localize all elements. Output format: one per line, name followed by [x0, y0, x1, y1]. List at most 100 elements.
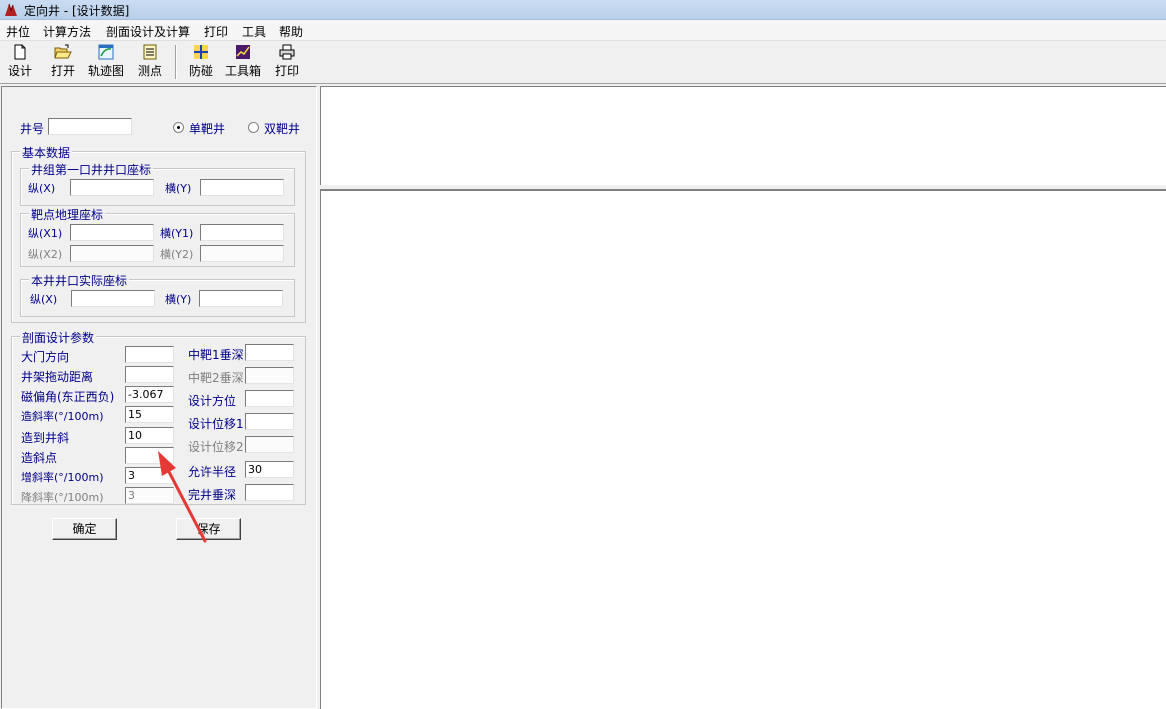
increase-rate-input[interactable]: 3: [125, 467, 174, 484]
actual-y-input[interactable]: [199, 290, 283, 307]
target-x1-input[interactable]: [70, 224, 154, 241]
single-target-radio[interactable]: [173, 122, 184, 133]
printer-icon: [279, 44, 295, 60]
kickoff-point-input[interactable]: [125, 447, 174, 464]
build-rate-input[interactable]: 15: [125, 406, 174, 423]
toolbar-separator: [175, 45, 177, 79]
menu-profile-design[interactable]: 剖面设计及计算: [106, 23, 190, 40]
design-label: 设计: [7, 64, 32, 78]
design-button[interactable]: 设计: [4, 44, 36, 82]
build-rate-label: 造斜率(°/100m): [21, 410, 104, 423]
double-target-radio[interactable]: [248, 122, 259, 133]
target-y1-input[interactable]: [200, 224, 284, 241]
actual-x-input[interactable]: [71, 290, 155, 307]
allowed-radius-label: 允许半径: [188, 465, 237, 479]
new-document-icon: [14, 44, 26, 60]
target-y2-label: 横(Y2): [160, 248, 194, 261]
menu-print[interactable]: 打印: [204, 23, 228, 40]
toolbar: 设计 打开 轨迹图 测点 防碰 工具箱 打印: [0, 41, 1166, 84]
single-target-label: 单靶井: [189, 122, 226, 136]
trajectory-label: 轨迹图: [87, 64, 124, 78]
well-no-label: 井号: [20, 122, 45, 136]
wellhead-group-title: 井组第一口井井口座标: [29, 161, 154, 178]
actual-y-label: 横(Y): [165, 293, 192, 306]
mag-decl-label: 磁偏角(东正西负): [21, 390, 115, 404]
wellhead-y-input[interactable]: [200, 179, 284, 196]
profile-design-group: 剖面设计参数 大门方向 井架拖动距离 磁偏角(东正西负) -3.067 造斜率(…: [11, 329, 306, 505]
well-no-input[interactable]: [48, 118, 132, 135]
wellhead-y-label: 横(Y): [165, 182, 192, 195]
target-geo-group: 靶点地理座标 纵(X1) 横(Y1) 纵(X2) 横(Y2): [20, 206, 295, 267]
target-incl-input[interactable]: 10: [125, 427, 174, 444]
title-bar: 定向井 - [设计数据]: [0, 0, 1166, 20]
trajectory-chart-icon: [98, 44, 114, 60]
menu-tools[interactable]: 工具: [242, 23, 266, 40]
target-x2-input[interactable]: [70, 245, 154, 262]
trajectory-button[interactable]: 轨迹图: [86, 44, 126, 82]
final-tvd-input[interactable]: [245, 484, 294, 501]
target2-tvd-label: 中靶2垂深: [188, 371, 244, 385]
actual-x-label: 纵(X): [30, 293, 58, 306]
app-icon: [5, 3, 17, 16]
window-title: 定向井 - [设计数据]: [24, 4, 130, 18]
target-y2-input[interactable]: [200, 245, 284, 262]
target-incl-label: 造到井斜: [21, 431, 70, 445]
main-display-pane: [320, 189, 1166, 709]
menu-help[interactable]: 帮助: [279, 23, 303, 40]
design-disp2-input[interactable]: [245, 436, 294, 453]
wellhead-x-input[interactable]: [70, 179, 154, 196]
survey-button[interactable]: 测点: [135, 44, 165, 82]
target-x2-label: 纵(X2): [28, 248, 63, 261]
drop-rate-label: 降斜率(°/100m): [21, 491, 104, 504]
target1-tvd-input[interactable]: [245, 344, 294, 361]
open-label: 打开: [50, 64, 75, 78]
basic-data-title: 基本数据: [20, 144, 73, 161]
toolbox-label: 工具箱: [224, 64, 261, 78]
design-disp1-input[interactable]: [245, 413, 294, 430]
design-data-panel: 井号 单靶井 双靶井 基本数据 井组第一口井井口座标 纵(X) 横(Y) 靶点地…: [1, 86, 317, 709]
actual-wellhead-group: 本井井口实际座标 纵(X) 横(Y): [20, 272, 295, 317]
mag-decl-input[interactable]: -3.067: [125, 386, 174, 403]
target-x1-label: 纵(X1): [28, 227, 63, 240]
basic-data-group: 基本数据 井组第一口井井口座标 纵(X) 横(Y) 靶点地理座标 纵(X1) 横…: [11, 144, 306, 323]
rig-offset-input[interactable]: [125, 366, 174, 383]
print-label: 打印: [274, 64, 299, 78]
survey-label: 测点: [137, 64, 162, 78]
allowed-radius-input[interactable]: 30: [245, 461, 294, 478]
print-button[interactable]: 打印: [272, 44, 302, 82]
target2-tvd-input[interactable]: [245, 367, 294, 384]
toolbox-button[interactable]: 工具箱: [223, 44, 263, 82]
anticollision-icon: [194, 45, 208, 59]
menu-bar: 井位 计算方法 剖面设计及计算 打印 工具 帮助: [0, 20, 1166, 41]
top-display-pane: [320, 86, 1166, 185]
rig-offset-label: 井架拖动距离: [21, 370, 94, 384]
anticollision-button[interactable]: 防碰: [186, 44, 216, 82]
save-button[interactable]: 保存: [176, 518, 241, 540]
drop-rate-input[interactable]: 3: [125, 487, 174, 504]
survey-list-icon: [143, 44, 157, 60]
confirm-button[interactable]: 确定: [52, 518, 117, 540]
wellhead-group: 井组第一口井井口座标 纵(X) 横(Y): [20, 161, 295, 206]
target-geo-title: 靶点地理座标: [29, 206, 106, 223]
target-y1-label: 横(Y1): [160, 227, 194, 240]
profile-design-title: 剖面设计参数: [20, 329, 97, 346]
toolbox-chart-icon: [236, 45, 250, 59]
increase-rate-label: 增斜率(°/100m): [21, 471, 104, 484]
wellhead-x-label: 纵(X): [28, 182, 56, 195]
gate-direction-input[interactable]: [125, 346, 174, 363]
gate-direction-label: 大门方向: [21, 350, 70, 364]
menu-calc-method[interactable]: 计算方法: [43, 23, 91, 40]
target1-tvd-label: 中靶1垂深: [188, 348, 244, 362]
open-folder-icon: [54, 44, 72, 59]
kickoff-point-label: 造斜点: [21, 451, 58, 465]
actual-wellhead-title: 本井井口实际座标: [29, 272, 130, 289]
design-azimuth-input[interactable]: [245, 390, 294, 407]
menu-well-location[interactable]: 井位: [6, 23, 30, 40]
design-azimuth-label: 设计方位: [188, 394, 237, 408]
design-disp2-label: 设计位移2: [188, 440, 244, 454]
final-tvd-label: 完井垂深: [188, 488, 237, 502]
design-disp1-label: 设计位移1: [188, 417, 244, 431]
open-button[interactable]: 打开: [47, 44, 79, 82]
double-target-label: 双靶井: [264, 122, 301, 136]
anticollision-label: 防碰: [188, 64, 213, 78]
